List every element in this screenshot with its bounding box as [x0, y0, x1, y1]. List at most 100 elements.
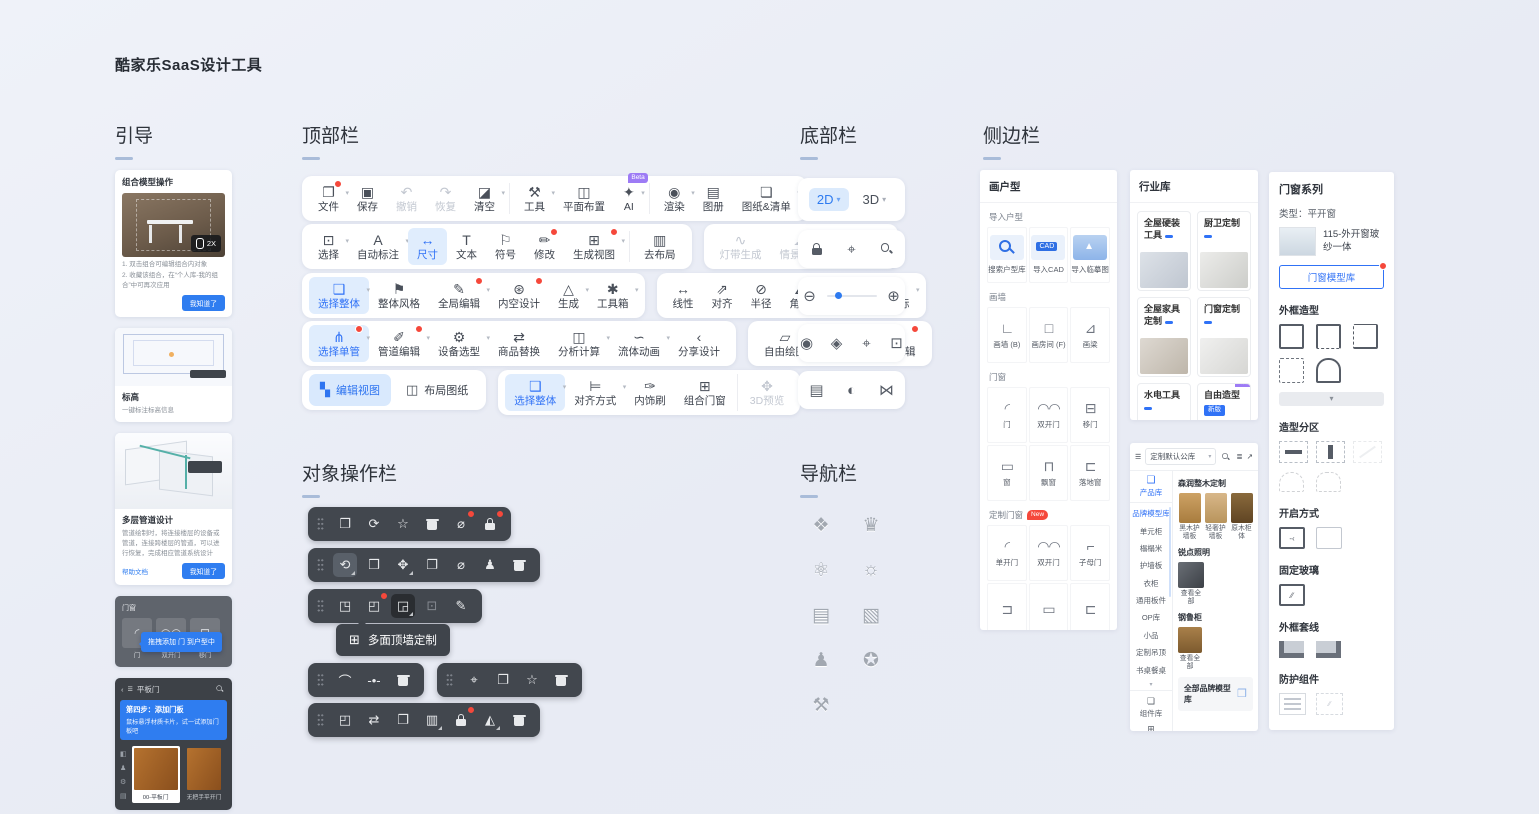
furniture-card[interactable]: 全屋家具定制 [1137, 297, 1191, 377]
all-brands-button[interactable]: 全部品牌模型库 ❒ [1178, 677, 1253, 711]
slider-handle[interactable] [835, 292, 842, 299]
screenshot-icon[interactable]: ⊡ [888, 334, 906, 352]
chevron-down-icon[interactable]: ▾ [1149, 681, 1152, 688]
node-icon[interactable]: -•- [362, 668, 386, 692]
search-icon[interactable] [1223, 453, 1231, 461]
rail-category[interactable]: 衣柜 [1144, 575, 1159, 592]
dimension-button[interactable]: ↔尺寸 [408, 228, 447, 265]
multi-panel-icon[interactable]: ◲ [391, 594, 415, 618]
drag-handle-icon[interactable] [446, 673, 453, 687]
zone-tile-vertical[interactable] [1316, 441, 1345, 463]
library-select[interactable]: 定制默认公库▾ [1145, 448, 1216, 465]
zoom-out-icon[interactable]: ⊖ [801, 287, 819, 305]
duplicate-icon[interactable]: ❐ [391, 708, 415, 732]
delete-icon[interactable] [549, 668, 573, 692]
drag-handle-icon[interactable] [317, 517, 324, 531]
window-door-tile[interactable]: ⊟ 移门 [1070, 387, 1110, 443]
generate-button[interactable]: △生成▾ [549, 277, 588, 314]
rail-tool-icon[interactable]: ⚙ [120, 778, 127, 786]
select-pipe-button[interactable]: ⋔选择单管▾ [309, 325, 369, 362]
move-icon[interactable]: ✥ [391, 553, 415, 577]
custom-door-tile[interactable]: ⊐ [987, 583, 1027, 630]
ai-button[interactable]: ✦AI▾Beta [614, 180, 644, 217]
to-layout-button[interactable]: ▥去布局 [635, 228, 685, 265]
lock-icon[interactable] [449, 708, 473, 732]
rail-tool-icon[interactable]: ◧ [120, 750, 127, 758]
guard-tile-rail[interactable] [1279, 693, 1306, 715]
model-library-icon[interactable]: ❖ [808, 514, 834, 537]
delete-icon[interactable] [420, 512, 444, 536]
wall-tool-tile[interactable]: ∟ 画墙 (B) [987, 307, 1027, 363]
align-mode-button[interactable]: ⊨对齐方式▾ [565, 374, 625, 411]
user-icon[interactable]: ♟ [808, 649, 834, 672]
drag-handle-icon[interactable] [317, 558, 324, 572]
kitchen-bath-card[interactable]: 厨卫定制 [1197, 211, 1251, 291]
interior-brush-button[interactable]: ✑内饰刷 [625, 374, 675, 411]
material-lab-icon[interactable]: ⚛ [808, 559, 834, 582]
opening-tile-casement[interactable]: -‹ [1279, 527, 1305, 549]
search-plan-tile[interactable]: 搜索户型库 [987, 227, 1027, 283]
window-door-card[interactable]: 门窗定制 [1197, 297, 1251, 377]
light-strip-button[interactable]: ∿灯带生成 [711, 228, 771, 265]
drawings-button[interactable]: ❏图纸&清单▾ [733, 180, 800, 217]
expand-icon[interactable]: ↗ [1247, 452, 1253, 461]
window-door-tile[interactable]: ▭ 窗 [987, 445, 1027, 501]
mode-2d-button[interactable]: 2D ▾ [809, 188, 849, 211]
rail-library-item[interactable]: ❏ 组件库 [1140, 696, 1163, 719]
frame-tile-dash-left[interactable] [1353, 324, 1378, 349]
symbol-button[interactable]: ⚐符号 [486, 228, 525, 265]
floorplan-button[interactable]: ◫平面布置 [554, 180, 614, 217]
edit-view-button[interactable]: ▚编辑视图 [309, 374, 391, 406]
window-library-button[interactable]: 门窗模型库 [1279, 265, 1384, 289]
drag-handle-icon[interactable] [317, 713, 324, 727]
toolbox-button[interactable]: ✱工具箱▾ [588, 277, 638, 314]
file-button[interactable]: ❐文件▾ [309, 180, 348, 217]
zone-tile-arch[interactable] [1279, 472, 1304, 492]
favorite-icon[interactable]: ☆ [391, 512, 415, 536]
duplicate-icon[interactable]: ❐ [333, 512, 357, 536]
align-dim-button[interactable]: ⇗对齐 [703, 277, 742, 314]
fluid-anim-button[interactable]: ∽流体动画▾ [609, 325, 669, 362]
text-button[interactable]: T文本 [447, 228, 486, 265]
zone-tile-arch-2[interactable] [1316, 472, 1341, 492]
duplicate-icon[interactable]: ❐ [420, 553, 444, 577]
rotate-icon[interactable]: ⟳ [362, 512, 386, 536]
render-button[interactable]: ◉渲染▾ [655, 180, 694, 217]
custom-door-tile[interactable]: ⊏ [1070, 583, 1110, 630]
linear-dim-button[interactable]: ↔线性 [664, 277, 703, 314]
lock-icon[interactable] [478, 512, 502, 536]
idea-bulb-icon[interactable]: ☼ [858, 559, 884, 582]
product-card[interactable]: 查看全部 [1178, 562, 1204, 607]
save-button[interactable]: ▣保存 [348, 180, 387, 217]
group-icon[interactable]: ❒ [362, 553, 386, 577]
select-whole-button[interactable]: ❑选择整体▾ [309, 277, 369, 314]
menu-icon[interactable]: ☰ [128, 686, 133, 693]
mode-3d-button[interactable]: 3D ▾ [855, 188, 895, 211]
auto-dimension-button[interactable]: A自动标注▾ [348, 228, 408, 265]
guard-tile-net[interactable]: ∕∕ [1316, 693, 1343, 715]
favorite-icon[interactable]: ☆ [520, 668, 544, 692]
window-door-tile[interactable]: ◜ 门 [987, 387, 1027, 443]
door-panel-icon[interactable]: ▥ [420, 708, 444, 732]
edit-box-icon[interactable]: ⊡ [420, 594, 444, 618]
duplicate-icon[interactable]: ❐ [491, 668, 515, 692]
layout-sheet-button[interactable]: ◫布局图纸 [395, 374, 479, 406]
product-card[interactable]: 查看全部 [1178, 627, 1202, 672]
tools-button[interactable]: ⚒工具▾ [515, 180, 554, 217]
zoom-slider[interactable] [827, 295, 877, 297]
plumbing-card[interactable]: 水电工具 [1137, 383, 1191, 420]
select-button[interactable]: ⊡选择▾ [309, 228, 348, 265]
rail-tool-icon[interactable]: ♟ [120, 764, 127, 772]
cabinet-icon[interactable]: ▤ [808, 604, 834, 627]
window-door-tile[interactable]: ⊓ 飘窗 [1029, 445, 1069, 501]
product-card[interactable]: 轻奢护墙板 [1204, 493, 1227, 542]
custom-door-tile[interactable]: ▭ [1029, 583, 1069, 630]
got-it-button[interactable]: 我知道了 [182, 563, 225, 579]
wall-panel-icon[interactable]: ◳ [333, 594, 357, 618]
hide-icon[interactable]: ⌀ [449, 512, 473, 536]
ceiling-panel-icon[interactable]: ◰ [362, 594, 386, 618]
rail-category[interactable]: 品牌模型库 [1132, 505, 1170, 522]
frame-tile-dash-bottom[interactable] [1316, 324, 1341, 349]
focus-icon[interactable]: ⌖ [843, 240, 861, 258]
free-modeling-card[interactable]: 自由造型 新版 新版 [1197, 383, 1251, 420]
